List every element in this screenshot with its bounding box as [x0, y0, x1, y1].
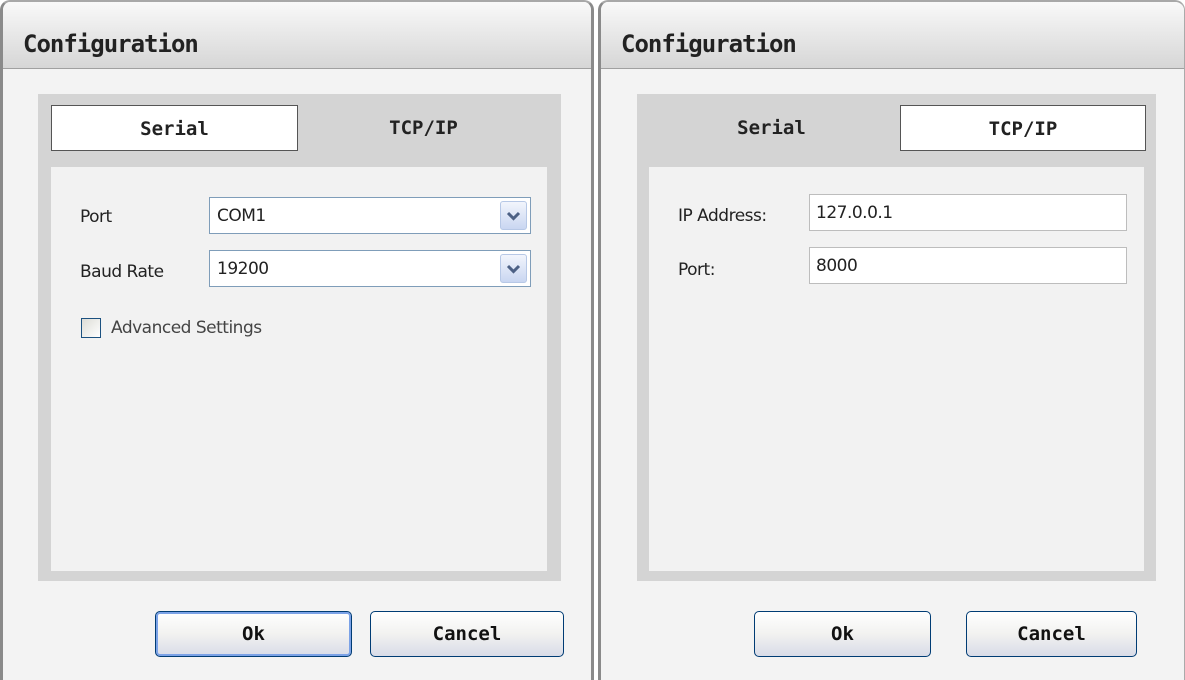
port-dropdown[interactable]: COM1	[209, 197, 531, 234]
dialog-title: Configuration	[23, 30, 199, 58]
configuration-dialog-tcpip: Configuration Serial TCP/IP IP Address: …	[598, 0, 1185, 680]
port-value: COM1	[217, 206, 266, 226]
chevron-down-icon[interactable]	[500, 254, 527, 283]
serial-settings-area: Port COM1 Baud Rate 19200 Advanced Setti…	[51, 167, 547, 571]
configuration-dialog-serial: Configuration Serial TCP/IP Port COM1 Ba…	[0, 0, 594, 680]
tab-panel: Serial TCP/IP Port COM1 Baud Rate 19200 …	[38, 94, 561, 581]
title-bar: Configuration	[601, 2, 1184, 69]
port-value: 8000	[816, 256, 858, 276]
tcpip-settings-area: IP Address: 127.0.0.1 Port: 8000	[649, 167, 1144, 571]
port-label: Port	[80, 207, 112, 227]
ok-button[interactable]: Ok	[155, 611, 352, 657]
port-field[interactable]: 8000	[809, 247, 1127, 284]
baud-rate-value: 19200	[217, 259, 269, 279]
port-label: Port:	[678, 260, 715, 280]
cancel-button[interactable]: Cancel	[370, 611, 564, 657]
tab-serial[interactable]: Serial	[649, 105, 894, 151]
tab-tcpip[interactable]: TCP/IP	[900, 105, 1146, 151]
ip-address-field[interactable]: 127.0.0.1	[809, 194, 1127, 231]
ip-address-value: 127.0.0.1	[816, 203, 893, 223]
baud-rate-dropdown[interactable]: 19200	[209, 250, 531, 287]
tab-tcpip[interactable]: TCP/IP	[300, 105, 547, 151]
baud-rate-label: Baud Rate	[80, 262, 164, 282]
cancel-button[interactable]: Cancel	[966, 611, 1137, 657]
tab-serial[interactable]: Serial	[51, 105, 298, 151]
advanced-settings-checkbox[interactable]	[81, 318, 101, 338]
ok-button[interactable]: Ok	[754, 611, 931, 657]
dialog-title: Configuration	[621, 30, 797, 58]
title-bar: Configuration	[3, 2, 591, 69]
advanced-settings-label[interactable]: Advanced Settings	[111, 318, 262, 338]
tab-panel: Serial TCP/IP IP Address: 127.0.0.1 Port…	[637, 94, 1156, 581]
ip-address-label: IP Address:	[678, 206, 767, 226]
chevron-down-icon[interactable]	[500, 201, 527, 230]
